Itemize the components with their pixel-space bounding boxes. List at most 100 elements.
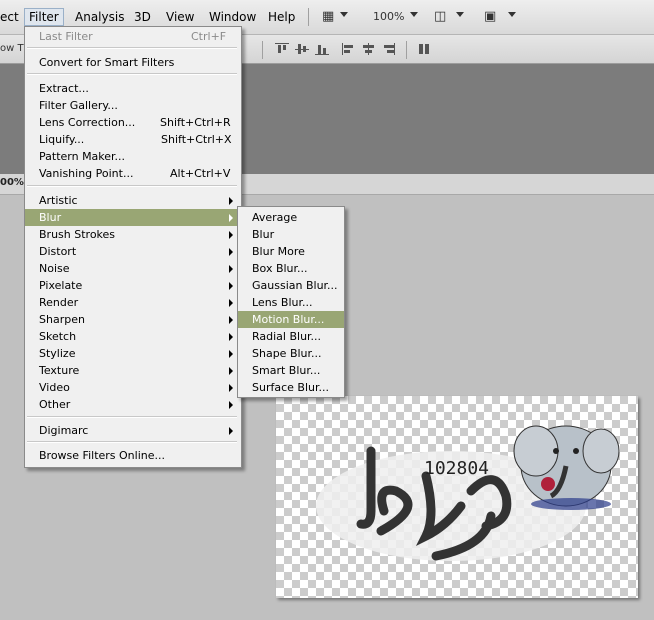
align-middle-icon[interactable] (295, 43, 309, 55)
submenu-arrow-icon (229, 282, 233, 290)
align-top-icon[interactable] (275, 43, 289, 55)
artwork-image: 102804 (316, 425, 620, 561)
menu-item-blur[interactable]: Blur (25, 209, 241, 226)
submenu-arrow-icon (229, 401, 233, 409)
menu-item-label: Motion Blur... (252, 313, 325, 326)
menu-separator (27, 185, 237, 187)
menu-separator (27, 73, 237, 75)
chevron-down-icon[interactable] (340, 12, 348, 17)
menu-item-filter-gallery[interactable]: Filter Gallery... (25, 97, 241, 114)
menu-item-label: Sharpen (39, 313, 85, 326)
menu-item-shortcut: Ctrl+F (191, 30, 227, 43)
menu-item-label: Sketch (39, 330, 77, 343)
menu-item-label: Vanishing Point... (39, 167, 134, 180)
menu-item-browse-filters-online[interactable]: Browse Filters Online... (25, 447, 241, 464)
menu-help[interactable]: Help (264, 9, 299, 25)
menu-view[interactable]: View (162, 9, 198, 25)
auto-align-icon[interactable] (418, 43, 432, 55)
screen-mode-icon[interactable]: ▦ (322, 9, 334, 25)
menu-item-label: Smart Blur... (252, 364, 321, 377)
menu-item-label: Lens Blur... (252, 296, 313, 309)
menu-item-label: Box Blur... (252, 262, 308, 275)
menu-item-label: Noise (39, 262, 70, 275)
arrange-documents-icon[interactable]: ◫ (434, 9, 446, 25)
submenu-arrow-icon (229, 384, 233, 392)
menu-item-surface-blur[interactable]: Surface Blur... (238, 379, 344, 396)
menu-item-radial-blur[interactable]: Radial Blur... (238, 328, 344, 345)
menu-item-artistic[interactable]: Artistic (25, 192, 241, 209)
submenu-arrow-icon (229, 248, 233, 256)
options-bar-label: ow T (0, 43, 24, 54)
menu-item-distort[interactable]: Distort (25, 243, 241, 260)
menu-item-label: Digimarc (39, 424, 89, 437)
menu-item-last-filter: Last Filter Ctrl+F (25, 28, 241, 45)
menu-item-label: Surface Blur... (252, 381, 329, 394)
menu-separator (27, 416, 237, 418)
menu-item-label: Pixelate (39, 279, 83, 292)
menu-item-pixelate[interactable]: Pixelate (25, 277, 241, 294)
menu-item-label: Render (39, 296, 79, 309)
submenu-arrow-icon (229, 333, 233, 341)
menu-item-vanishing-point[interactable]: Vanishing Point... Alt+Ctrl+V (25, 165, 241, 182)
chevron-down-icon[interactable] (508, 12, 516, 17)
menu-item-noise[interactable]: Noise (25, 260, 241, 277)
menu-item-pattern-maker[interactable]: Pattern Maker... (25, 148, 241, 165)
menu-item-label: Blur More (252, 245, 305, 258)
menu-item-box-blur[interactable]: Box Blur... (238, 260, 344, 277)
menu-item-lens-correction[interactable]: Lens Correction... Shift+Ctrl+R (25, 114, 241, 131)
document-canvas[interactable]: 102804 (276, 396, 638, 598)
menu-item-shortcut: Alt+Ctrl+V (170, 167, 231, 180)
menu-item-stylize[interactable]: Stylize (25, 345, 241, 362)
menu-item-shape-blur[interactable]: Shape Blur... (238, 345, 344, 362)
menu-item-label: Filter Gallery... (39, 99, 118, 112)
align-right-icon[interactable] (382, 43, 396, 55)
menu-item-sharpen[interactable]: Sharpen (25, 311, 241, 328)
options-separator (262, 41, 263, 59)
align-center-icon[interactable] (362, 43, 376, 55)
menu-item-label: Browse Filters Online... (39, 449, 165, 462)
blur-submenu: Average Blur Blur More Box Blur... Gauss… (237, 206, 345, 398)
submenu-arrow-icon (229, 231, 233, 239)
screen-view-icon[interactable]: ▣ (484, 9, 496, 25)
menu-item-smart-blur[interactable]: Smart Blur... (238, 362, 344, 379)
menu-item-lens-blur[interactable]: Lens Blur... (238, 294, 344, 311)
menu-item-label: Other (39, 398, 71, 411)
submenu-arrow-icon (229, 367, 233, 375)
menu-item-motion-blur[interactable]: Motion Blur... (238, 311, 344, 328)
filter-menu: Last Filter Ctrl+F Convert for Smart Fil… (24, 26, 242, 468)
menu-window[interactable]: Window (205, 9, 260, 25)
submenu-arrow-icon (229, 299, 233, 307)
menu-item-render[interactable]: Render (25, 294, 241, 311)
menu-item-blur-more[interactable]: Blur More (238, 243, 344, 260)
align-left-icon[interactable] (342, 43, 356, 55)
menu-item-blur[interactable]: Blur (238, 226, 344, 243)
menu-item-other[interactable]: Other (25, 396, 241, 413)
chevron-down-icon[interactable] (410, 12, 418, 17)
menu-item-digimarc[interactable]: Digimarc (25, 422, 241, 439)
menu-item-liquify[interactable]: Liquify... Shift+Ctrl+X (25, 131, 241, 148)
menu-item-label: Video (39, 381, 70, 394)
menu-3d[interactable]: 3D (130, 9, 155, 25)
menu-item-shortcut: Shift+Ctrl+X (161, 133, 232, 146)
menu-analysis[interactable]: Analysis (71, 9, 128, 25)
menu-item-sketch[interactable]: Sketch (25, 328, 241, 345)
menu-filter[interactable]: Filter (24, 8, 64, 26)
menu-item-label: Average (252, 211, 298, 224)
chevron-down-icon[interactable] (456, 12, 464, 17)
align-bottom-icon[interactable] (315, 43, 329, 55)
menu-item-label: Shape Blur... (252, 347, 322, 360)
menu-item-texture[interactable]: Texture (25, 362, 241, 379)
menu-item-label: Texture (39, 364, 80, 377)
submenu-arrow-icon (229, 265, 233, 273)
menu-item-label: Blur (39, 211, 62, 224)
menu-separator (27, 441, 237, 443)
menu-item-brush-strokes[interactable]: Brush Strokes (25, 226, 241, 243)
menu-item-convert-smart-filters[interactable]: Convert for Smart Filters (25, 54, 241, 71)
menu-item-video[interactable]: Video (25, 379, 241, 396)
menu-select[interactable]: ect (0, 9, 23, 25)
submenu-arrow-icon (229, 214, 233, 222)
menu-item-extract[interactable]: Extract... (25, 80, 241, 97)
menu-item-gaussian-blur[interactable]: Gaussian Blur... (238, 277, 344, 294)
menu-item-average[interactable]: Average (238, 209, 344, 226)
zoom-level[interactable]: 100% (369, 9, 408, 25)
